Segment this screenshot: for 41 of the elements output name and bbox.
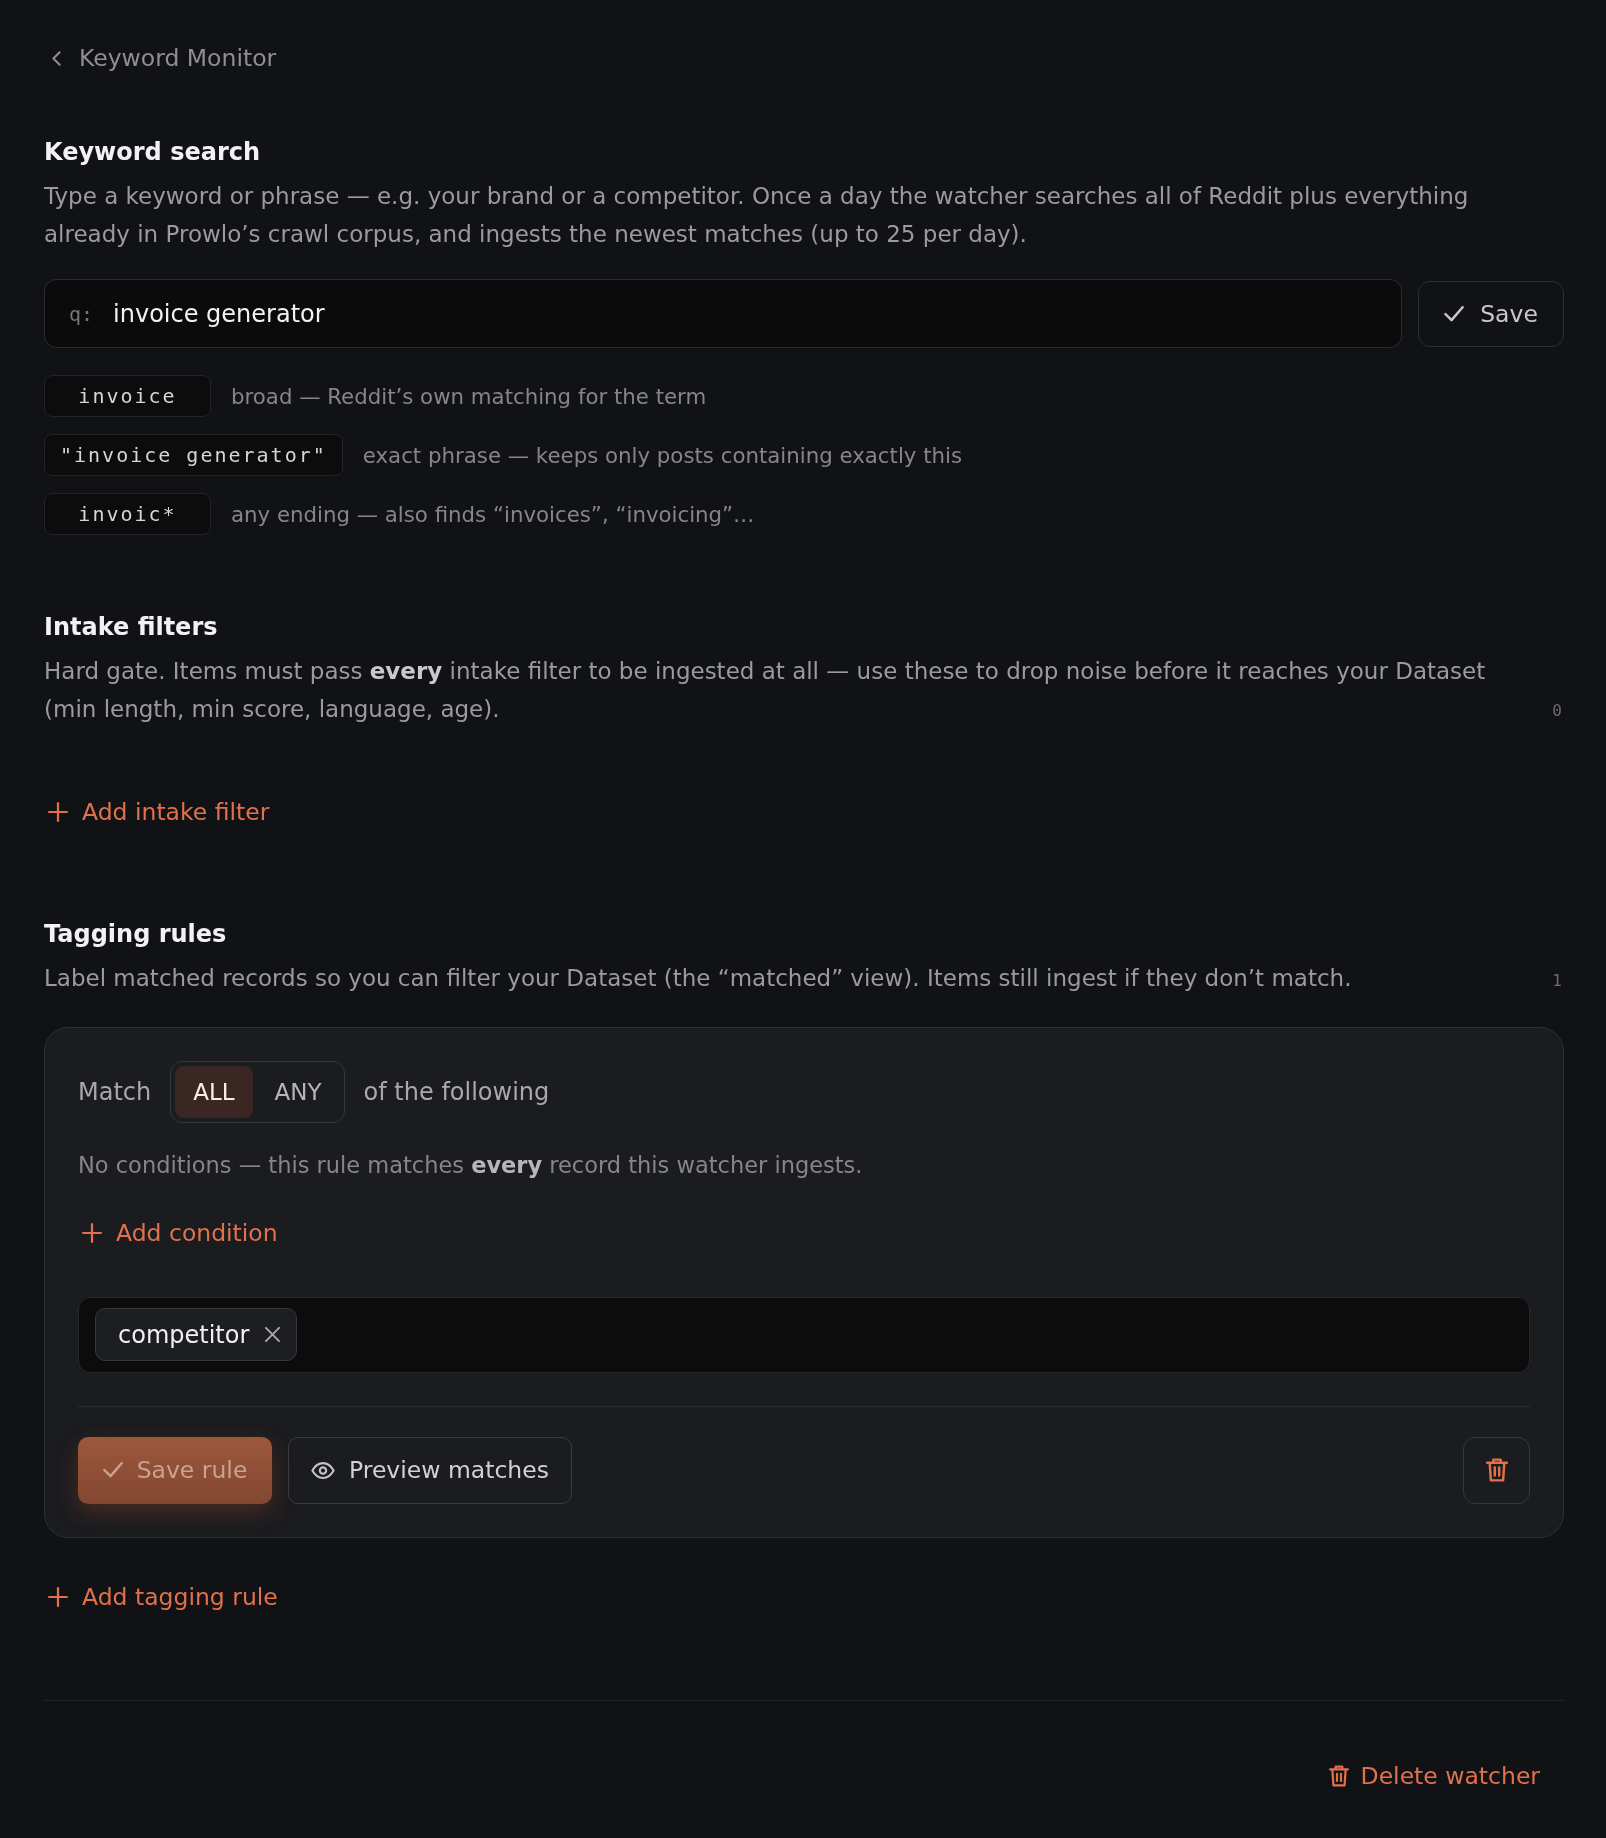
back-link[interactable]: Keyword Monitor	[44, 40, 277, 76]
query-input[interactable]: q: invoice generator	[44, 279, 1402, 348]
save-button[interactable]: Save	[1418, 280, 1564, 347]
plus-icon	[48, 1586, 68, 1607]
code-example: invoic*	[44, 493, 211, 535]
tag-label: competitor	[118, 1320, 250, 1349]
section-title: Keyword search	[44, 137, 262, 168]
empty-note: No conditions — this rule matches every record this watcher ingests.	[78, 1150, 864, 1180]
section-description: Label matched records so you can filter your Dataset (the “matched” view). Items still ingest if they don’t match.	[44, 964, 1353, 993]
plus-icon	[48, 802, 68, 822]
example-description: any ending — also finds “invoices”, “invoicing”…	[231, 501, 755, 527]
plus-icon	[82, 1222, 102, 1243]
item-count: 1	[1552, 970, 1562, 990]
code-example: invoice	[44, 375, 211, 417]
example-description: broad — Reddit’s own matching for the term	[231, 383, 707, 409]
match-label: Match	[78, 1077, 152, 1106]
section-description: Type a keyword or phrase — e.g. your brand or a competitor. Once a day the watcher searches all of Reddit plus everything already in Prowlo’s crawl corpus, and ingests the newest matches (up to 25 per day).	[44, 182, 1470, 249]
add-filter-button[interactable]: Add intake filter	[44, 796, 270, 828]
section-title: Tagging rules	[44, 919, 228, 950]
match-mode-option[interactable]: ALL	[175, 1065, 253, 1118]
trash-icon	[1485, 1458, 1508, 1482]
eye-icon	[311, 1461, 335, 1479]
add-rule-button[interactable]: Add tagging rule	[44, 1580, 278, 1613]
query-prefix: q:	[69, 301, 94, 326]
section-title: Intake filters	[44, 612, 219, 643]
code-example: "invoice generator"	[44, 434, 343, 476]
close-icon[interactable]	[265, 1327, 281, 1342]
example-description: exact phrase — keeps only posts containing exactly this	[362, 442, 963, 468]
trash-icon	[1328, 1764, 1349, 1787]
delete-rule-button[interactable]	[1463, 1436, 1530, 1504]
item-count: 0	[1552, 701, 1562, 720]
delete-watcher-button[interactable]: Delete watcher	[1318, 1759, 1564, 1792]
check-icon	[1444, 305, 1465, 322]
preview-button[interactable]: Preview matches	[288, 1436, 572, 1504]
match-suffix: of the following	[363, 1077, 550, 1106]
chevron-left-icon	[52, 50, 61, 66]
add-condition-button[interactable]: Add condition	[78, 1216, 278, 1249]
section-description: Hard gate. Items must pass every intake filter to be ingested at all — use these to drop noise before it reaches your Dataset (min length, min score, language, age).	[44, 657, 1487, 724]
tag-input-field[interactable]: competitor	[78, 1296, 1530, 1373]
match-mode-option[interactable]: ANY	[256, 1065, 340, 1118]
check-icon	[102, 1462, 123, 1478]
